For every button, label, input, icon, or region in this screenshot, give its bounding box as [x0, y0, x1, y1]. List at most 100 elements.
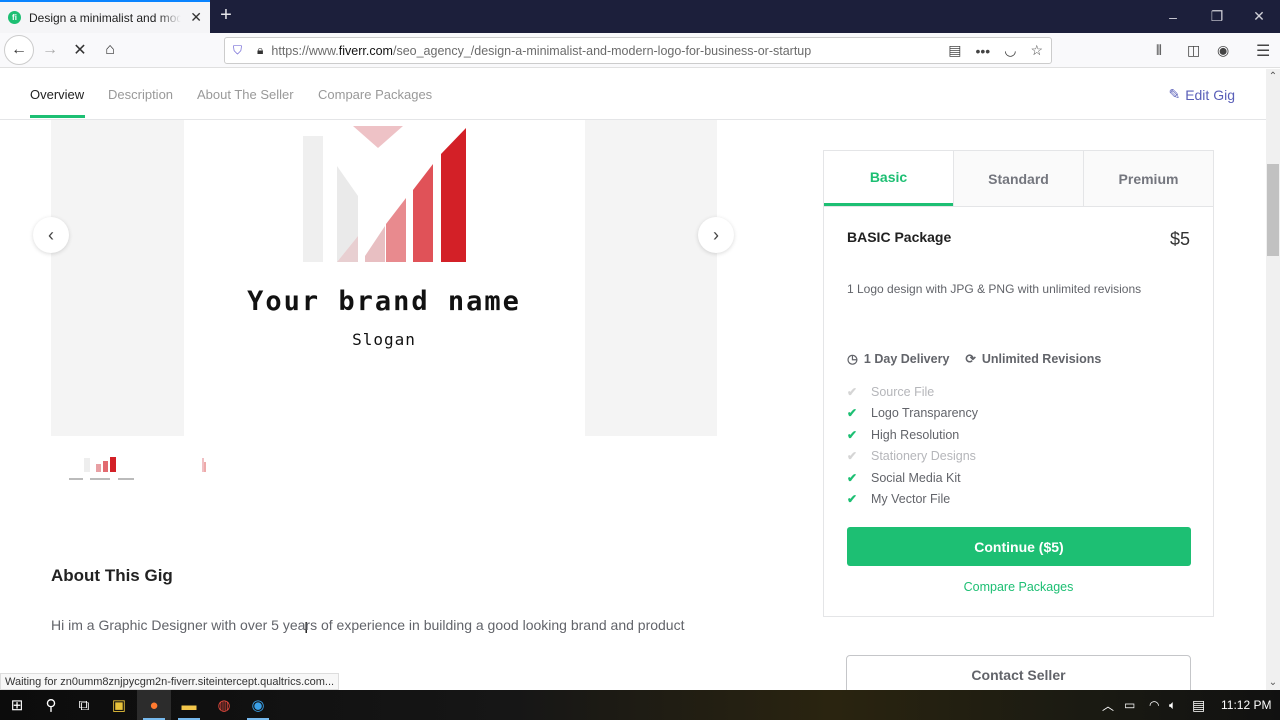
page-actions-icon[interactable]: •••: [976, 43, 991, 59]
package-price: $5: [1169, 229, 1190, 249]
feature-item: ✔ Social Media Kit: [847, 470, 961, 485]
clock[interactable]: 11:12 PM: [1221, 690, 1271, 720]
browser-toolbar: ← → ✕ ⌂ ⛉ 🔒︎ https://www.fiverr.com/seo_…: [0, 33, 1280, 68]
gig-nav-about-seller[interactable]: About The Seller: [197, 87, 294, 102]
new-tab-button[interactable]: +: [216, 4, 236, 27]
package-card: Basic Standard Premium BASIC Package $5 …: [823, 150, 1214, 617]
tab-title: Design a minimalist and modern logo for …: [29, 10, 181, 25]
gig-nav-description[interactable]: Description: [108, 87, 173, 102]
scroll-up-icon[interactable]: ⌃: [1266, 71, 1280, 82]
pocket-icon[interactable]: ◡: [1004, 42, 1016, 59]
chevron-left-icon: ‹: [48, 224, 54, 245]
browser-tab[interactable]: fi Design a minimalist and modern logo f…: [0, 0, 210, 33]
battery-icon[interactable]: ▭: [1124, 690, 1135, 720]
fiverr-favicon-icon: fi: [8, 11, 21, 24]
page-content: Overview Description About The Seller Co…: [0, 69, 1266, 690]
feature-item: ✔ Logo Transparency: [847, 406, 979, 421]
package-title: BASIC Package: [847, 229, 952, 245]
gallery-next-button[interactable]: ›: [698, 217, 734, 253]
continue-button[interactable]: Continue ($5): [847, 527, 1191, 566]
file-explorer-icon[interactable]: ▬: [172, 690, 206, 720]
thumbnail-2[interactable]: [164, 452, 238, 488]
chrome-app-icon[interactable]: ◍: [207, 690, 241, 720]
page-scrollbar[interactable]: ⌃ ⌄: [1266, 69, 1280, 690]
package-meta: ◷ 1 Day Delivery ⟳ Unlimited Revisions: [847, 351, 1101, 366]
contact-seller-button[interactable]: Contact Seller: [846, 655, 1191, 695]
check-icon: ✔: [847, 384, 858, 399]
notifications-icon[interactable]: ▤: [1192, 690, 1205, 720]
wifi-icon[interactable]: ◠: [1149, 690, 1159, 720]
bookmark-star-icon[interactable]: ☆: [1030, 42, 1043, 59]
slogan-text: Slogan: [352, 330, 416, 349]
feature-item: ✔ Source File: [847, 384, 935, 399]
pencil-icon: ✎: [1168, 86, 1181, 102]
arrow-right-icon: →: [42, 41, 58, 58]
about-gig-title: About This Gig: [51, 566, 173, 585]
package-tabs: Basic Standard Premium: [824, 151, 1213, 207]
home-button[interactable]: ⌂: [96, 36, 124, 64]
gig-nav: Overview Description About The Seller Co…: [0, 69, 1266, 120]
gallery-prev-button[interactable]: ‹: [33, 217, 69, 253]
restore-button[interactable]: ❐: [1195, 0, 1239, 33]
about-gig-text: Hi im a Graphic Designer with over 5 yea…: [51, 617, 685, 633]
menu-hamburger-icon[interactable]: ☰: [1256, 33, 1270, 68]
library-icon[interactable]: ⫴: [1156, 33, 1162, 68]
browser-tabstrip: fi Design a minimalist and modern logo f…: [0, 0, 1280, 33]
sidebar-icon[interactable]: ◫: [1187, 33, 1200, 68]
brand-logo-image: [303, 126, 466, 262]
compare-packages-link[interactable]: Compare Packages: [824, 580, 1213, 594]
revisions-info: ⟳ Unlimited Revisions: [965, 352, 1102, 366]
reader-view-icon[interactable]: ▤: [948, 42, 961, 59]
package-tab-standard[interactable]: Standard: [953, 151, 1083, 206]
close-window-button[interactable]: ✕: [1237, 0, 1280, 33]
windows-start-icon[interactable]: ⊞: [0, 690, 34, 720]
edit-gig-link[interactable]: ✎ Edit Gig: [1168, 86, 1235, 103]
check-icon: ✔: [847, 449, 858, 464]
status-bar: Waiting for zn0umm8znjpycgm2n-fiverr.sit…: [0, 673, 340, 690]
arrow-left-icon: ←: [11, 41, 27, 58]
back-button[interactable]: ←: [4, 35, 34, 65]
clock-icon: ◷: [847, 352, 858, 366]
home-icon: ⌂: [105, 41, 115, 58]
edit-gig-label: Edit Gig: [1185, 86, 1235, 103]
task-view-icon[interactable]: ⧉: [67, 690, 101, 720]
stop-icon: ✕: [73, 42, 87, 59]
url-text[interactable]: https://www.fiverr.com/seo_agency_/desig…: [271, 44, 811, 58]
package-features: ✔ Source File ✔ Logo Transparency ✔ High Re…: [847, 381, 978, 510]
gig-nav-overview[interactable]: Overview: [30, 87, 84, 102]
gallery-next-slide: [585, 120, 717, 436]
minimize-button[interactable]: –: [1151, 0, 1195, 33]
forward-button[interactable]: →: [36, 36, 64, 64]
account-icon[interactable]: ◉: [1217, 33, 1229, 68]
brand-name-text: Your brand name: [247, 286, 521, 317]
windows-taskbar: ⊞ ⚲ ⧉ ▣ ● ▬ ◍ ◉ ︿ ▭ ◠ 🔈︎ ▤ 11:12 PM: [0, 690, 1280, 720]
check-icon: ✔: [847, 427, 858, 442]
firefox-app-icon[interactable]: ●: [137, 690, 171, 720]
close-tab-icon[interactable]: ✕: [190, 9, 202, 26]
tracking-protection-shield-icon[interactable]: ⛉: [233, 43, 247, 58]
feature-item: ✔ High Resolution: [847, 427, 960, 442]
chevron-right-icon: ›: [713, 224, 719, 245]
scroll-down-icon[interactable]: ⌄: [1266, 677, 1280, 688]
feature-item: ✔ Stationery Designs: [847, 449, 976, 464]
scrollbar-thumb[interactable]: [1267, 164, 1279, 256]
package-tab-premium[interactable]: Premium: [1083, 151, 1213, 206]
refresh-icon: ⟳: [965, 352, 976, 366]
package-tab-basic[interactable]: Basic: [824, 151, 953, 206]
address-bar[interactable]: ⛉ 🔒︎ https://www.fiverr.com/seo_agency_/…: [224, 37, 1052, 64]
stop-loading-button[interactable]: ✕: [66, 36, 94, 64]
active-tab-indicator: [30, 115, 85, 118]
check-icon: ✔: [847, 406, 858, 421]
tray-expand-icon[interactable]: ︿: [1102, 690, 1114, 720]
video-app-icon[interactable]: ◉: [241, 690, 275, 720]
gig-gallery: Your brand name Slogan ‹ ›: [33, 120, 734, 436]
gig-nav-compare-packages[interactable]: Compare Packages: [318, 87, 432, 102]
check-icon: ✔: [847, 470, 858, 485]
feature-item: ✔ My Vector File: [847, 492, 951, 507]
paint-app-icon[interactable]: ▣: [102, 690, 136, 720]
lock-icon[interactable]: 🔒︎: [257, 43, 263, 58]
thumbnail-1[interactable]: [66, 452, 140, 488]
volume-icon[interactable]: 🔈︎: [1169, 690, 1176, 720]
search-icon[interactable]: ⚲: [34, 690, 68, 720]
package-description: 1 Logo design with JPG & PNG with unlimi…: [847, 282, 1142, 296]
